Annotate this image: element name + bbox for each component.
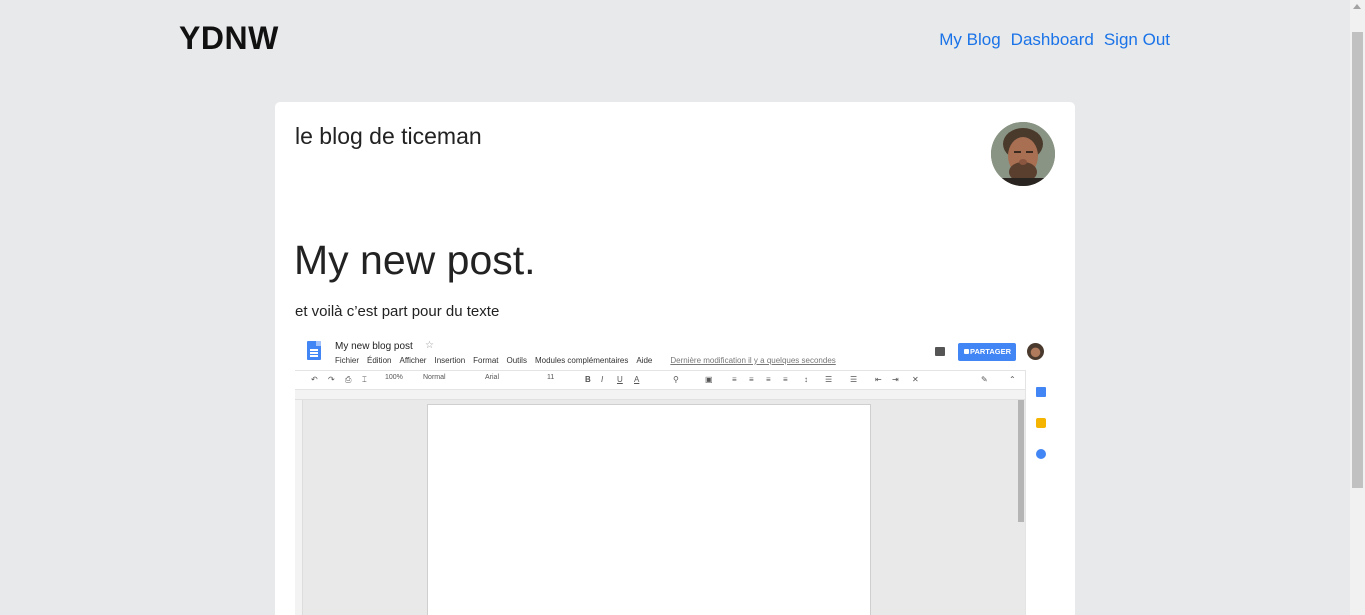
- underline-icon: U: [617, 375, 623, 384]
- text-color-icon: A: [634, 375, 640, 384]
- post-card: le blog de ticeman My new post. et voilà…: [275, 102, 1075, 615]
- line-spacing-icon: ↕: [804, 375, 808, 384]
- paint-format-icon: ⌶: [362, 375, 367, 384]
- scroll-up-icon[interactable]: [1353, 4, 1361, 9]
- bold-icon: B: [585, 375, 591, 384]
- keep-icon: [1036, 418, 1046, 428]
- numbered-list-icon: ☰: [825, 375, 833, 384]
- docs-last-modified: Dernière modification il y a quelques se…: [670, 356, 836, 365]
- docs-share-button: PARTAGER: [958, 343, 1016, 361]
- style-select: Normal: [423, 374, 446, 381]
- docs-menu-item: Afficher: [399, 356, 427, 365]
- image-icon: ▣: [705, 375, 713, 384]
- calendar-icon: [1036, 387, 1046, 397]
- docs-menu-item: Outils: [506, 356, 527, 365]
- clear-format-icon: ✕: [912, 375, 919, 384]
- zoom-select: 100%: [385, 374, 403, 381]
- docs-menu-item: Modules complémentaires: [534, 356, 629, 365]
- embedded-docs-screenshot: My new blog post ☆ Fichier Édition Affic…: [295, 338, 1055, 615]
- align-left-icon: ≡: [732, 375, 737, 384]
- comment-icon: [935, 347, 945, 356]
- docs-ruler: [295, 390, 1025, 400]
- bulleted-list-icon: ☰: [850, 375, 858, 384]
- redo-icon: ↷: [328, 375, 335, 384]
- docs-menu-item: Édition: [367, 356, 392, 365]
- increase-indent-icon: ⇥: [892, 375, 899, 384]
- docs-vertical-ruler: [295, 400, 303, 615]
- edit-mode-icon: ✎: [981, 375, 988, 384]
- size-select: 11: [547, 374, 555, 381]
- docs-menu-item: Aide: [636, 356, 653, 365]
- undo-icon: ↶: [311, 375, 318, 384]
- decrease-indent-icon: ⇤: [875, 375, 882, 384]
- docs-title: My new blog post: [335, 341, 413, 352]
- font-select: Arial: [485, 374, 500, 381]
- print-icon: ⎙: [345, 375, 352, 384]
- justify-icon: ≡: [783, 375, 788, 384]
- docs-menu-item: Insertion: [434, 356, 466, 365]
- nav-my-blog[interactable]: My Blog: [939, 30, 1000, 50]
- star-icon: ☆: [425, 340, 434, 351]
- docs-menu-item: Format: [473, 356, 499, 365]
- docs-logo-icon: [307, 341, 321, 360]
- author-avatar: [991, 122, 1055, 186]
- collapse-icon: ⌃: [1009, 375, 1016, 384]
- site-brand[interactable]: YDNW: [179, 20, 279, 57]
- blog-title: le blog de ticeman: [295, 123, 482, 149]
- nav-sign-out[interactable]: Sign Out: [1104, 30, 1170, 50]
- post-title: My new post.: [294, 237, 536, 283]
- align-right-icon: ≡: [766, 375, 771, 384]
- post-body: et voilà c’est part pour du texte: [295, 303, 500, 320]
- docs-side-panel: [1025, 370, 1055, 615]
- docs-toolbar: ↶ ↷ ⎙ ⌶ 100% Normal Arial 11 B I U A ⚲ ▣…: [295, 370, 1025, 390]
- docs-scrollbar: [1018, 400, 1024, 522]
- docs-page: [427, 404, 871, 615]
- align-center-icon: ≡: [749, 375, 754, 384]
- docs-menu: Fichier Édition Afficher Insertion Forma…: [335, 356, 836, 365]
- docs-avatar: [1027, 343, 1044, 360]
- top-nav: My Blog Dashboard Sign Out: [939, 30, 1170, 50]
- scroll-thumb[interactable]: [1352, 32, 1363, 488]
- page-scrollbar[interactable]: [1350, 0, 1365, 615]
- link-icon: ⚲: [673, 375, 679, 384]
- tasks-icon: [1036, 449, 1046, 459]
- nav-dashboard[interactable]: Dashboard: [1011, 30, 1094, 50]
- italic-icon: I: [601, 375, 604, 384]
- docs-menu-item: Fichier: [335, 356, 360, 365]
